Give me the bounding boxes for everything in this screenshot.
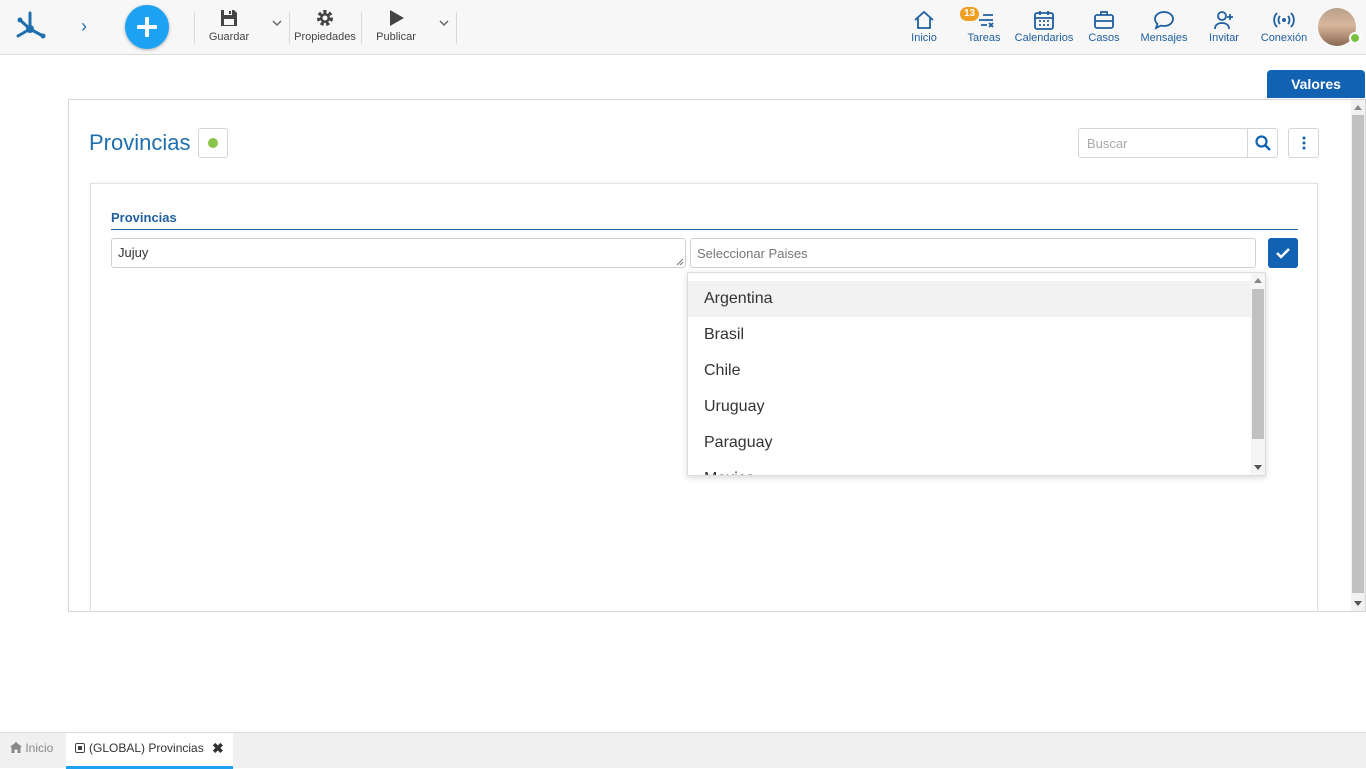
toolbar-divider xyxy=(289,12,290,44)
checkmark-icon xyxy=(1276,248,1290,259)
publish-label: Publicar xyxy=(376,31,416,43)
gear-icon xyxy=(317,10,333,26)
dropdown-option[interactable]: Uruguay xyxy=(688,389,1251,425)
dropdown-option[interactable]: Argentina xyxy=(688,281,1251,317)
dropdown-option[interactable]: Paraguay xyxy=(688,425,1251,461)
status-indicator[interactable] xyxy=(198,128,228,158)
calendar-icon xyxy=(1034,11,1054,30)
floppy-disk-icon xyxy=(221,10,237,26)
publish-button[interactable]: Publicar xyxy=(372,6,420,48)
dropdown-scroll-thumb[interactable] xyxy=(1252,289,1264,439)
toolbar-divider xyxy=(456,12,457,44)
section-divider xyxy=(111,229,1298,230)
toolbar-divider xyxy=(194,12,195,44)
app-logo-icon[interactable] xyxy=(12,8,48,44)
close-icon[interactable]: ✖ xyxy=(212,740,224,757)
save-chevron-down-icon[interactable] xyxy=(270,16,284,30)
tasks-count-badge: 13 xyxy=(960,7,980,21)
house-icon xyxy=(914,10,934,29)
nav-tasks[interactable]: 13 Tareas xyxy=(960,7,1004,48)
tab-home-label: Inicio xyxy=(25,741,54,755)
tab-provincias-label: (GLOBAL) Provincias xyxy=(89,741,204,755)
properties-label: Propiedades xyxy=(294,31,356,43)
properties-button[interactable]: Propiedades xyxy=(292,6,358,48)
tab-provincias[interactable]: (GLOBAL) Provincias ✖ xyxy=(66,733,233,769)
tab-home[interactable]: Inicio xyxy=(10,741,53,755)
nav-invite[interactable]: Invitar xyxy=(1204,8,1244,48)
nav-connection[interactable]: Conexión xyxy=(1258,8,1310,48)
save-button[interactable]: Guardar xyxy=(205,6,253,48)
search-button[interactable] xyxy=(1247,128,1278,158)
house-icon xyxy=(10,742,22,753)
section-title: Provincias xyxy=(111,210,177,225)
chat-bubble-icon xyxy=(1154,11,1174,30)
form-icon xyxy=(75,743,85,753)
panel-scrollbar[interactable] xyxy=(1351,100,1365,611)
toolbar-divider xyxy=(361,12,362,44)
dropdown-scroll-up-icon[interactable] xyxy=(1254,278,1262,283)
nav-messages[interactable]: Mensajes xyxy=(1139,8,1189,48)
nav-cases-label: Casos xyxy=(1088,32,1120,44)
nav-home-label: Inicio xyxy=(911,32,937,44)
dropdown-scroll-down-icon[interactable] xyxy=(1254,465,1262,470)
dropdown-option[interactable]: Brasil xyxy=(688,317,1251,353)
nav-calendars-label: Calendarios xyxy=(1014,32,1074,44)
scroll-down-arrow-icon[interactable] xyxy=(1354,601,1362,606)
nav-invite-label: Invitar xyxy=(1209,32,1239,44)
country-dropdown-list: Argentina Brasil Chile Uruguay Paraguay … xyxy=(687,272,1266,476)
bottom-tab-bar: Inicio (GLOBAL) Provincias ✖ xyxy=(0,732,1366,769)
briefcase-icon xyxy=(1094,11,1114,29)
more-options-button[interactable] xyxy=(1288,128,1319,158)
confirm-button[interactable] xyxy=(1268,238,1298,268)
nav-messages-label: Mensajes xyxy=(1140,32,1188,44)
publish-chevron-down-icon[interactable] xyxy=(437,16,451,30)
search-input[interactable] xyxy=(1078,128,1248,158)
nav-calendars[interactable]: Calendarios xyxy=(1014,8,1074,48)
nav-cases[interactable]: Casos xyxy=(1084,8,1124,48)
dropdown-option[interactable]: Mexico xyxy=(688,461,1251,475)
search-icon xyxy=(1254,135,1271,151)
status-dot xyxy=(208,138,218,148)
top-toolbar: › Guardar Propiedades Publicar Inicio 13… xyxy=(0,0,1366,55)
add-user-icon xyxy=(1214,11,1233,30)
valores-button[interactable]: Valores xyxy=(1267,70,1365,98)
wireless-signal-icon xyxy=(1273,12,1295,28)
province-name-field[interactable]: Jujuy xyxy=(111,238,686,268)
scroll-up-arrow-icon[interactable] xyxy=(1354,105,1362,110)
page-title: Provincias xyxy=(89,130,191,155)
country-select-input[interactable] xyxy=(690,238,1256,268)
add-new-button[interactable] xyxy=(125,5,169,49)
expand-chevron-icon[interactable]: › xyxy=(74,16,94,36)
vertical-dots-icon xyxy=(1302,136,1305,150)
dropdown-option[interactable]: Chile xyxy=(688,353,1251,389)
nav-home[interactable]: Inicio xyxy=(904,8,944,48)
nav-connection-label: Conexión xyxy=(1260,32,1308,44)
panel-scroll-thumb[interactable] xyxy=(1352,115,1364,593)
online-status-dot xyxy=(1349,32,1361,44)
save-label: Guardar xyxy=(208,31,250,43)
play-icon xyxy=(390,10,404,26)
dropdown-scrollbar[interactable] xyxy=(1251,273,1265,475)
nav-tasks-label: Tareas xyxy=(967,32,1001,44)
resize-grip-icon[interactable] xyxy=(674,256,684,266)
